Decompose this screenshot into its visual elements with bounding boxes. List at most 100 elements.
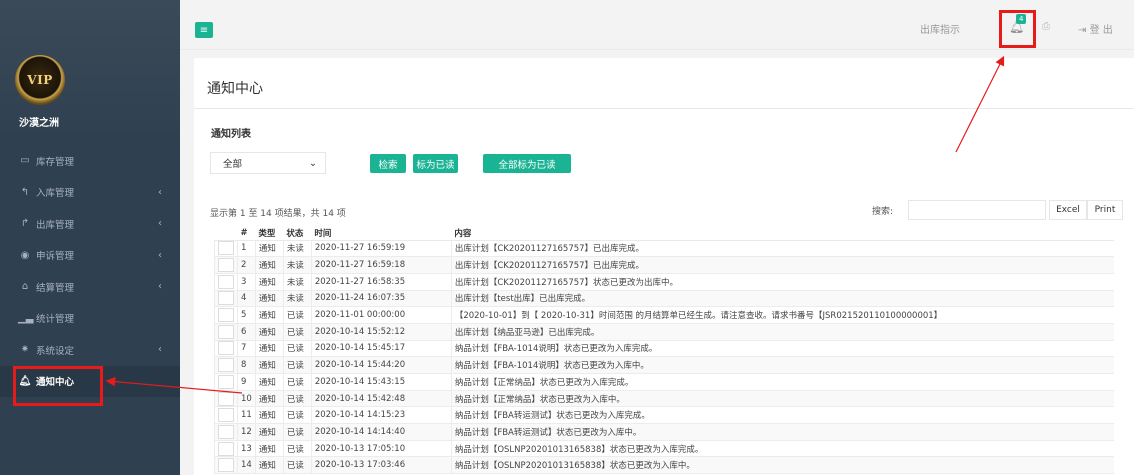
table-row[interactable]: 5 通知 已读 2020-11-01 00:00:00 【2020-10-01】到【 2… [214, 306, 1114, 324]
row-checkbox-cell[interactable] [214, 323, 238, 341]
table-row[interactable]: 9 通知 已读 2020-10-14 15:43:15 纳品计划【正常纳品】状态已更改为… [214, 373, 1114, 391]
row-checkbox-cell[interactable] [214, 240, 238, 258]
cell-status: 未读 [282, 290, 312, 308]
table-row[interactable]: 1 通知 未读 2020-11-27 16:59:19 出库计划【CK202011271… [214, 240, 1114, 258]
table-row[interactable]: 2 通知 未读 2020-11-27 16:59:18 出库计划【CK202011271… [214, 256, 1114, 274]
row-checkbox-cell[interactable] [214, 440, 238, 458]
sidebar-item-2[interactable]: ↱ 出库管理 ‹ [0, 208, 180, 240]
search-button[interactable]: 检索 [370, 154, 406, 173]
cell-content: 纳品计划【OSLNP20201013165838】状态已更改为入库完成。 [450, 440, 1114, 458]
row-checkbox-cell[interactable] [214, 373, 238, 391]
sidebar-item-label: 库存管理 [36, 156, 75, 168]
row-checkbox[interactable] [218, 424, 234, 439]
col-header-time: 时间 [311, 226, 452, 241]
row-checkbox[interactable] [218, 324, 234, 339]
row-checkbox-cell[interactable] [214, 423, 238, 441]
sidebar-item-label: 统计管理 [36, 314, 75, 326]
sidebar-item-3[interactable]: ◉ 申诉管理 ‹ [0, 240, 180, 272]
filter-value: 全部 [223, 159, 243, 170]
table-row[interactable]: 4 通知 未读 2020-11-24 16:07:35 出库计划【test出库】已出库完… [214, 290, 1114, 308]
row-checkbox-cell[interactable] [214, 390, 238, 408]
table-row[interactable]: 14 通知 已读 2020-10-13 17:03:46 纳品计划【OSLNP20201… [214, 456, 1114, 475]
row-checkbox-cell[interactable] [214, 406, 238, 425]
row-checkbox[interactable] [218, 374, 234, 389]
row-checkbox[interactable] [218, 341, 234, 356]
row-checkbox[interactable] [218, 258, 234, 273]
sidebar-item-6[interactable]: ✷ 系统设定 ‹ [0, 334, 180, 366]
row-checkbox-cell[interactable] [214, 356, 238, 374]
table-row[interactable]: 6 通知 已读 2020-10-14 15:52:12 出库计划【纳品亚马逊】已出库完成… [214, 323, 1114, 341]
print-button[interactable]: Print [1087, 200, 1123, 220]
col-header-type: 类型 [255, 226, 284, 241]
sidebar-item-1[interactable]: ↰ 入库管理 ‹ [0, 177, 180, 209]
cell-status: 未读 [282, 240, 312, 258]
select-all-header[interactable] [214, 226, 238, 241]
row-checkbox[interactable] [218, 274, 234, 289]
sidebar-item-5[interactable]: ▁▃ 统计管理 [0, 303, 180, 335]
cell-index: 14 [237, 456, 256, 475]
row-checkbox-cell[interactable] [214, 340, 238, 358]
cell-index: 11 [237, 406, 256, 425]
row-checkbox-cell[interactable] [214, 290, 238, 308]
cell-content: 纳品计划【FBA转运测试】状态已更改为入库中。 [450, 423, 1114, 441]
row-checkbox-cell[interactable] [214, 256, 238, 274]
row-checkbox[interactable] [218, 358, 234, 373]
table-row[interactable]: 3 通知 未读 2020-11-27 16:58:35 出库计划【CK202011271… [214, 273, 1114, 291]
cell-time: 2020-11-27 16:58:35 [310, 273, 452, 291]
table-row[interactable]: 8 通知 已读 2020-10-14 15:44:20 纳品计划【FBA-1014说明】… [214, 356, 1114, 374]
col-header-index: # [237, 226, 256, 241]
cell-index: 4 [237, 290, 256, 308]
status-filter-select[interactable]: 全部 ⌄ [210, 152, 326, 174]
row-checkbox[interactable] [218, 391, 234, 406]
outbound-instruction-link[interactable]: 出库指示 [920, 21, 960, 36]
table-row[interactable]: 11 通知 已读 2020-10-14 14:15:23 纳品计划【FBA转运测试】状态… [214, 406, 1114, 425]
row-checkbox[interactable] [218, 308, 234, 323]
cell-index: 5 [237, 306, 256, 324]
user-name[interactable]: 沙漠之洲 [19, 114, 59, 129]
row-checkbox[interactable] [218, 291, 234, 306]
table-row[interactable]: 13 通知 已读 2020-10-13 17:05:10 纳品计划【OSLNP20201… [214, 440, 1114, 458]
excel-button[interactable]: Excel [1049, 200, 1087, 220]
search-label: 搜索: [872, 207, 894, 217]
cell-index: 8 [237, 356, 256, 374]
mark-all-read-button[interactable]: 全部标为已读 [483, 154, 571, 173]
menu-toggle-button[interactable]: ≡ [195, 22, 213, 38]
sidebar-item-label: 出库管理 [36, 219, 75, 231]
row-checkbox-cell[interactable] [214, 456, 238, 475]
table-row[interactable]: 10 通知 已读 2020-10-14 15:42:48 纳品计划【正常纳品】状态已更改… [214, 390, 1114, 408]
cell-content: 出库计划【CK20201127165757】已出库完成。 [450, 256, 1114, 274]
row-checkbox-cell[interactable] [214, 273, 238, 291]
sidebar-item-4[interactable]: ⌂ 结算管理 ‹ [0, 271, 180, 303]
table-row[interactable]: 7 通知 已读 2020-10-14 15:45:17 纳品计划【FBA-1014说明】… [214, 340, 1114, 358]
cell-type: 通知 [254, 373, 284, 391]
cell-time: 2020-10-13 17:03:46 [310, 456, 452, 475]
cell-time: 2020-10-14 15:43:15 [310, 373, 452, 391]
logout-link[interactable]: ⇥ 登 出 [1078, 21, 1113, 36]
mark-read-button[interactable]: 标为已读 [413, 154, 458, 173]
cell-time: 2020-10-14 14:14:40 [310, 423, 452, 441]
vip-avatar[interactable]: VIP [15, 55, 65, 105]
row-checkbox[interactable] [218, 241, 234, 256]
cell-type: 通知 [254, 323, 284, 341]
monitor-icon: ▭ [20, 155, 30, 167]
cell-status: 已读 [282, 356, 312, 374]
cell-type: 通知 [254, 273, 284, 291]
cell-type: 通知 [254, 290, 284, 308]
row-checkbox[interactable] [218, 458, 234, 473]
cell-type: 通知 [254, 356, 284, 374]
cell-type: 通知 [254, 306, 284, 324]
search-input[interactable] [908, 200, 1046, 220]
row-checkbox[interactable] [218, 441, 234, 456]
cell-time: 2020-10-13 17:05:10 [310, 440, 452, 458]
row-checkbox[interactable] [218, 408, 234, 423]
cell-time: 2020-10-14 15:44:20 [310, 356, 452, 374]
sidebar-item-0[interactable]: ▭ 库存管理 [0, 145, 180, 177]
table-row[interactable]: 12 通知 已读 2020-10-14 14:14:40 纳品计划【FBA转运测试】状态… [214, 423, 1114, 441]
printer-icon[interactable]: ⎙ [1042, 21, 1050, 32]
cell-type: 通知 [254, 390, 284, 408]
reply-icon: ↰ [20, 186, 30, 198]
cell-time: 2020-11-01 00:00:00 [310, 306, 452, 324]
row-checkbox-cell[interactable] [214, 306, 238, 324]
cell-index: 1 [237, 240, 256, 258]
cell-type: 通知 [254, 256, 284, 274]
